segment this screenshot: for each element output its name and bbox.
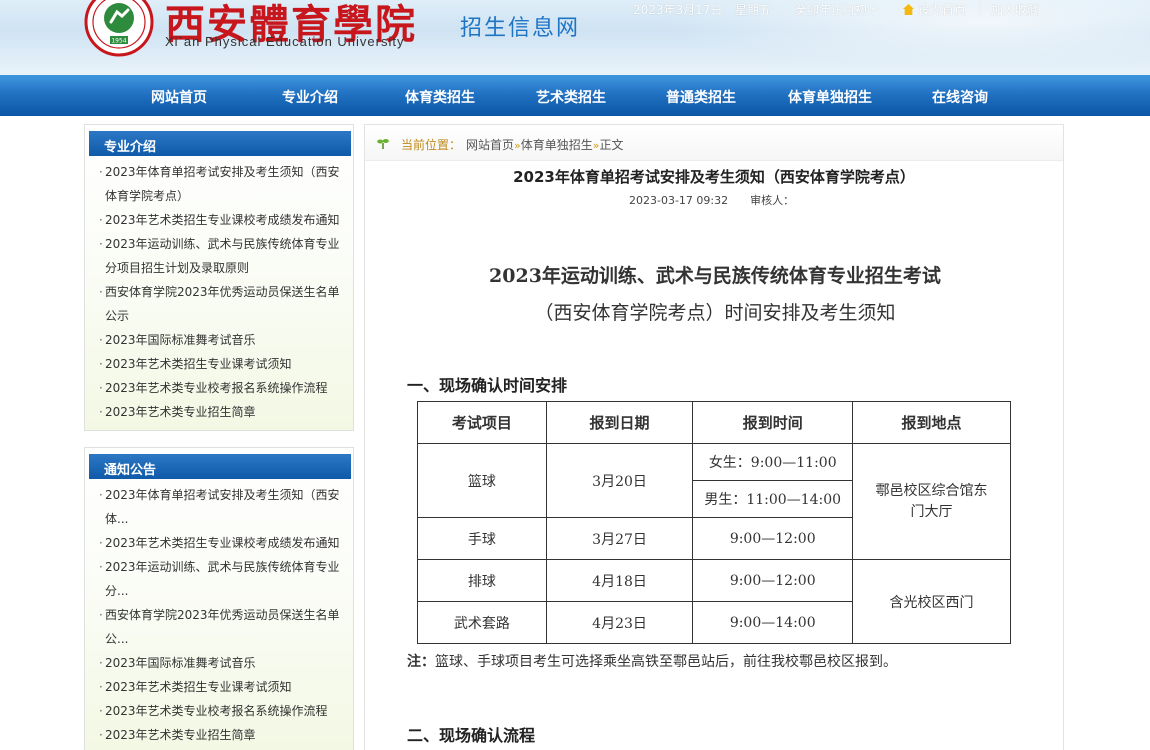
article-meta: 2023-03-17 09:32 审核人： bbox=[629, 192, 794, 208]
section-title-process: 二、现场确认流程 bbox=[407, 726, 536, 745]
list-item[interactable]: 2023年艺术类招生专业课校考成绩发布通知 bbox=[99, 531, 351, 555]
home-icon bbox=[903, 4, 914, 15]
sidebar-majors-box: 专业介绍 2023年体育单招考试安排及考生须知（西安体育学院考点） 2023年艺… bbox=[84, 124, 354, 431]
list-item[interactable]: 2023年运动训练、武术与民族传统体育专业分... bbox=[99, 555, 351, 603]
table-header-cell: 考试项目 bbox=[417, 401, 547, 444]
table-cell: 鄠邑校区综合馆东门大厅 bbox=[852, 443, 1011, 560]
sidebar-majors-title: 专业介绍 bbox=[104, 140, 157, 155]
breadcrumb-current: 正文 bbox=[599, 138, 624, 152]
breadcrumb-separator: » bbox=[592, 139, 600, 152]
breadcrumb-separator: » bbox=[514, 139, 521, 152]
add-favorite-link[interactable]: 加入收藏 bbox=[991, 1, 1039, 18]
list-item[interactable]: 2023年艺术类专业校考报名系统操作流程 bbox=[99, 699, 351, 723]
table-cell: 9:00—14:00 bbox=[692, 601, 854, 644]
sidebar-majors-list: 2023年体育单招考试安排及考生须知（西安体育学院考点） 2023年艺术类招生专… bbox=[99, 160, 351, 424]
list-item[interactable]: 2023年艺术类招生专业课考试须知 bbox=[99, 352, 351, 376]
list-item[interactable]: 2023年艺术类招生专业课考试须知 bbox=[99, 675, 351, 699]
table-cell: 篮球 bbox=[417, 443, 547, 518]
main-navigation: 网站首页 专业介绍 体育类招生 艺术类招生 普通类招生 体育单独招生 在线咨询 bbox=[0, 75, 1150, 116]
article-heading-line2: （西安体育学院考点）时间安排及考生须知 bbox=[534, 302, 896, 324]
note-text: 篮球、手球项目考生可选择乘坐高铁至鄠邑站后，前往我校鄠邑校区报到。 bbox=[435, 654, 897, 670]
university-seal-icon[interactable]: 1954 bbox=[84, 0, 154, 58]
site-header: 1954 西安體育學院 Xi`an Physical Education Uni… bbox=[0, 0, 1150, 75]
table-cell: 3月27日 bbox=[545, 517, 694, 560]
table-header-cell: 报到日期 bbox=[545, 401, 694, 444]
nav-item-single-sports-admission[interactable]: 体育单独招生 bbox=[788, 75, 872, 116]
sidebar-notices-header: 通知公告 bbox=[89, 454, 351, 479]
table-cell: 武术套路 bbox=[417, 601, 547, 644]
section-title-schedule: 一、现场确认时间安排 bbox=[407, 376, 568, 395]
list-item[interactable]: 2023年运动训练、武术与民族传统体育专业分项目招生计划及录取原则 bbox=[99, 232, 351, 280]
breadcrumb-label: 当前位置： bbox=[401, 138, 462, 152]
article-reviewer: 审核人： bbox=[750, 194, 795, 207]
article-title: 2023年体育单招考试安排及考生须知（西安体育学院考点） bbox=[513, 168, 915, 186]
table-header-cell: 报到地点 bbox=[852, 401, 1011, 444]
current-weekday: 星期五 bbox=[735, 3, 772, 17]
set-homepage-label: 设为首页 bbox=[918, 3, 967, 17]
article-heading-line1: 2023年运动训练、武术与民族传统体育专业招生考试 bbox=[489, 265, 941, 287]
list-item[interactable]: 2023年体育单招考试安排及考生须知（西安体... bbox=[99, 483, 351, 531]
breadcrumb: 当前位置： 网站首页»体育单独招生»正文 bbox=[365, 125, 1063, 161]
sprout-icon bbox=[377, 139, 389, 149]
table-cell: 4月23日 bbox=[545, 601, 694, 644]
table-row: 篮球 3月20日 女生：9:00—11:00 鄠邑校区综合馆东门大厅 bbox=[417, 443, 1011, 560]
schedule-table: 考试项目 报到日期 报到时间 报到地点 篮球 3月20日 女生：9:00—11:… bbox=[417, 401, 1011, 644]
table-cell: 手球 bbox=[417, 517, 547, 560]
nav-item-sports-admission[interactable]: 体育类招生 bbox=[405, 75, 475, 116]
nav-item-majors[interactable]: 专业介绍 bbox=[282, 75, 338, 116]
table-header-row: 考试项目 报到日期 报到时间 报到地点 bbox=[417, 401, 1011, 444]
table-cell: 男生：11:00—14:00 bbox=[692, 480, 854, 518]
table-cell: 9:00—12:00 bbox=[692, 517, 854, 560]
seal-year: 1954 bbox=[111, 38, 126, 45]
note-label: 注： bbox=[407, 654, 435, 670]
top-separator: | bbox=[978, 1, 983, 15]
sidebar-notices-list: 2023年体育单招考试安排及考生须知（西安体... 2023年艺术类招生专业课校… bbox=[99, 483, 351, 747]
list-item[interactable]: 2023年艺术类专业招生简章 bbox=[99, 723, 351, 747]
university-name-en[interactable]: Xi`an Physical Education University bbox=[165, 34, 404, 49]
list-item[interactable]: 2023年艺术类专业校考报名系统操作流程 bbox=[99, 376, 351, 400]
current-date: 2023年3月17日 bbox=[633, 3, 723, 17]
location-text: 鄠邑校区综合馆东门大厅 bbox=[875, 482, 988, 520]
nav-item-home[interactable]: 网站首页 bbox=[151, 75, 207, 116]
table-cell: 9:00—12:00 bbox=[692, 559, 854, 602]
table-cell: 4月18日 bbox=[545, 559, 694, 602]
breadcrumb-path: 网站首页»体育单独招生»正文 bbox=[466, 136, 624, 153]
set-homepage-link[interactable]: 设为首页 bbox=[903, 1, 966, 18]
list-item[interactable]: 2023年体育单招考试安排及考生须知（西安体育学院考点） bbox=[99, 160, 351, 208]
lunar-date: 癸卯年正月初十 bbox=[795, 3, 880, 17]
sidebar-notices-box: 通知公告 2023年体育单招考试安排及考生须知（西安体... 2023年艺术类招… bbox=[84, 447, 354, 750]
table-row: 排球 4月18日 9:00—12:00 含光校区西门 bbox=[417, 559, 1011, 644]
list-item[interactable]: 西安体育学院2023年优秀运动员保送生名单公示 bbox=[99, 280, 351, 328]
table-cell: 3月20日 bbox=[545, 443, 694, 518]
list-item[interactable]: 2023年艺术类招生专业课校考成绩发布通知 bbox=[99, 208, 351, 232]
site-name: 招生信息网 bbox=[460, 16, 581, 41]
nav-item-arts-admission[interactable]: 艺术类招生 bbox=[536, 75, 606, 116]
breadcrumb-section-link[interactable]: 体育单独招生 bbox=[521, 138, 593, 152]
list-item[interactable]: 西安体育学院2023年优秀运动员保送生名单公... bbox=[99, 603, 351, 651]
breadcrumb-home-link[interactable]: 网站首页 bbox=[466, 138, 514, 152]
table-cell: 含光校区西门 bbox=[852, 559, 1011, 644]
table-header-cell: 报到时间 bbox=[692, 401, 854, 444]
table-cell: 女生：9:00—11:00 bbox=[692, 443, 854, 481]
list-item[interactable]: 2023年国际标准舞考试音乐 bbox=[99, 328, 351, 352]
nav-item-online-consult[interactable]: 在线咨询 bbox=[932, 75, 988, 116]
table-cell: 排球 bbox=[417, 559, 547, 602]
article-date: 2023-03-17 09:32 bbox=[629, 194, 729, 207]
list-item[interactable]: 2023年国际标准舞考试音乐 bbox=[99, 651, 351, 675]
schedule-note: 注：篮球、手球项目考生可选择乘坐高铁至鄠邑站后，前往我校鄠邑校区报到。 bbox=[407, 651, 897, 671]
nav-item-general-admission[interactable]: 普通类招生 bbox=[666, 75, 736, 116]
list-item[interactable]: 2023年艺术类专业招生简章 bbox=[99, 400, 351, 424]
sidebar-majors-header: 专业介绍 bbox=[89, 131, 351, 156]
sidebar-notices-title: 通知公告 bbox=[104, 463, 157, 478]
article-panel: 当前位置： 网站首页»体育单独招生»正文 2023年体育单招考试安排及考生须知（… bbox=[364, 124, 1064, 750]
